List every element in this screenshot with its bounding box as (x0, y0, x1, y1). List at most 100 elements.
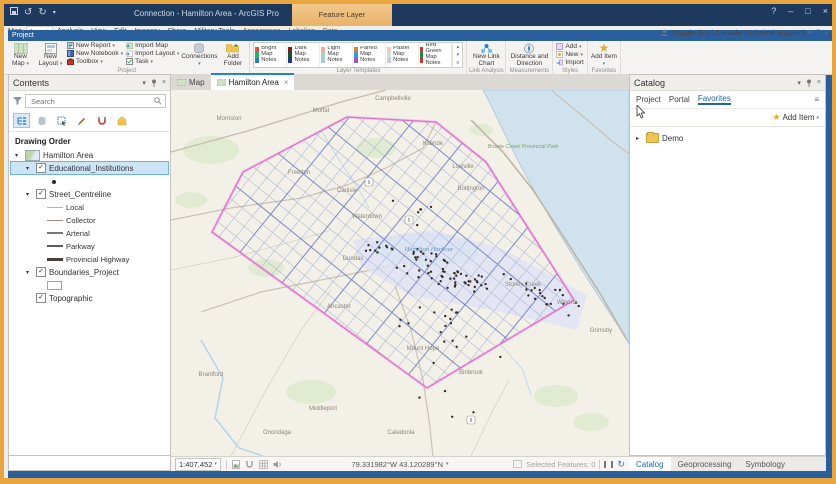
new-report-button[interactable]: New Report▾ (67, 42, 123, 49)
list-by-labeling-icon[interactable] (113, 113, 130, 128)
pane-menu-icon[interactable]: ▾ (142, 79, 146, 87)
feature-layer-contextual-header[interactable]: Feature Layer (292, 4, 392, 26)
styles-add-button[interactable]: Add▾ (556, 43, 583, 50)
legend-provincial-highway[interactable]: Provincial Highway (11, 253, 168, 265)
list-by-drawing-order-icon[interactable] (13, 113, 30, 128)
symbol-boundaries-project[interactable] (11, 279, 168, 291)
red-green-map-notes-button[interactable]: Red Green Map Notes (419, 43, 452, 67)
close-pane-icon[interactable]: × (817, 79, 821, 86)
new-map-button[interactable]: New Map ▾ (7, 42, 34, 68)
pastel-map-notes-button[interactable]: Pastel Map Notes (386, 43, 419, 67)
new-link-chart-button[interactable]: New Link Chart (470, 42, 502, 68)
contents-search-input[interactable] (29, 96, 154, 107)
customize-toolbar-icon[interactable]: ▾ (53, 8, 56, 18)
layer-visibility-checkbox[interactable]: ✓ (36, 267, 46, 277)
new-notebook-button[interactable]: New Notebook▾ (67, 50, 123, 57)
catalog-tab-favorites[interactable]: Favorites (698, 94, 731, 105)
legend-parkway[interactable]: Parkway (11, 240, 168, 252)
selected-features-icon (513, 460, 522, 468)
layer-label: Provincial Highway (66, 255, 129, 264)
dock-tab-geoprocessing[interactable]: Geoprocessing (671, 457, 739, 471)
snapping-icon[interactable] (245, 460, 254, 469)
layer-visibility-checkbox[interactable]: ✓ (36, 163, 46, 173)
save-icon[interactable] (10, 7, 18, 18)
grid-icon[interactable] (259, 460, 268, 469)
dock-tab-symbology[interactable]: Symbology (738, 457, 792, 471)
connections-button[interactable]: Connections ▾ (182, 42, 216, 68)
legend-collector[interactable]: Collector (11, 214, 168, 226)
task-button[interactable]: Task▾ (126, 58, 179, 65)
expander-icon[interactable]: ▾ (26, 165, 33, 172)
new-layout-label: New Layout (39, 53, 59, 67)
undo-icon[interactable]: ↺ (24, 8, 32, 18)
styles-new-button[interactable]: New▾ (556, 51, 583, 58)
tab-map[interactable]: Map (171, 74, 211, 90)
catalog-tab-portal[interactable]: Portal (669, 95, 690, 104)
pane-menu-icon[interactable]: ▾ (797, 79, 801, 87)
layer-hamilton-area[interactable]: ▾Hamilton Area (11, 149, 168, 161)
expander-icon[interactable]: ▾ (26, 191, 33, 198)
layer-visibility-checkbox[interactable]: ✓ (36, 189, 46, 199)
import-layout-button[interactable]: Import Layout▾ (126, 50, 179, 57)
list-by-editing-icon[interactable] (73, 113, 90, 128)
gallery-up-icon[interactable]: ▴ (453, 43, 462, 51)
add-folder-button[interactable]: Add Folder (219, 42, 246, 68)
dark-map-notes-button[interactable]: Dark Map Notes (287, 43, 320, 67)
toolbox-button[interactable]: Toolbox▾ (67, 58, 123, 65)
close-button[interactable]: × (823, 6, 828, 16)
symbol-educational-institutions[interactable] (11, 175, 168, 187)
list-by-data-source-icon[interactable] (33, 113, 50, 128)
list-by-selection-icon[interactable] (53, 113, 70, 128)
search-icon[interactable] (154, 97, 162, 105)
tab-hamilton-area[interactable]: Hamilton Area × (211, 73, 295, 90)
layer-visibility-checkbox[interactable]: ✓ (36, 293, 46, 303)
pause-drawing-icon[interactable] (604, 461, 613, 468)
import-map-button[interactable]: Import Map (126, 42, 179, 49)
redo-icon[interactable]: ↻ (38, 8, 46, 18)
layer-street-centreline[interactable]: ▾✓Street_Centreline (11, 188, 168, 200)
layer-educational-institutions[interactable]: ▾✓Educational_Institutions (11, 162, 168, 174)
catalog-add-item-button[interactable]: Add Item (782, 113, 814, 122)
connections-label: Connections (181, 53, 217, 60)
minimize-button[interactable]: – (788, 6, 793, 16)
map-scale-select[interactable]: 1:407,452▾ (175, 458, 221, 471)
layer-topographic[interactable]: ✓Topographic (11, 292, 168, 304)
legend-arterial[interactable]: Arterial (11, 227, 168, 239)
basemap-icon[interactable] (232, 460, 240, 469)
gallery-expand-icon[interactable]: ≡ (453, 59, 462, 67)
catalog-tab-project[interactable]: Project (636, 95, 661, 104)
refresh-icon[interactable]: ↻ (617, 459, 625, 470)
bright-map-notes-button[interactable]: Bright Map Notes (254, 43, 287, 67)
light-map-notes-button[interactable]: Light Map Notes (320, 43, 353, 67)
expander-icon[interactable]: ▾ (26, 269, 33, 276)
catalog-menu-icon[interactable]: ≡ (814, 95, 819, 104)
pin-icon[interactable] (806, 79, 812, 87)
account-area[interactable]: Maggie (Esri Canada Technical Support) ▾… (661, 28, 828, 37)
distance-and-direction-button[interactable]: Distance and Direction (509, 42, 549, 68)
paired-map-notes-button[interactable]: Paired Map Notes (353, 43, 386, 67)
gallery-down-icon[interactable]: ▾ (453, 51, 462, 59)
close-tab-icon[interactable]: × (284, 78, 289, 87)
expander-icon[interactable]: ▾ (15, 152, 22, 159)
new-layout-button[interactable]: New Layout ▾ (37, 42, 64, 68)
layer-boundaries-project[interactable]: ▾✓Boundaries_Project (11, 266, 168, 278)
map-coordinates[interactable]: 79.331982°W 43.120289°N▾ (352, 460, 449, 469)
help-button[interactable]: ? (771, 6, 776, 16)
new-map-label: New Map (12, 53, 27, 67)
filter-icon[interactable] (13, 97, 22, 105)
expander-icon[interactable]: ▸ (636, 135, 643, 142)
close-pane-icon[interactable]: × (162, 79, 166, 86)
notifications-icon[interactable] (814, 29, 822, 37)
styles-import-button[interactable]: Import (556, 59, 583, 66)
dock-tab-catalog[interactable]: Catalog (629, 457, 671, 471)
add-item-button[interactable]: ★ Add Item ▾ (591, 42, 617, 68)
pin-icon[interactable] (151, 79, 157, 87)
map-canvas[interactable]: 658CampbellvilleMoffatMorristonKilbrideL… (171, 90, 629, 456)
list-by-snapping-icon[interactable] (93, 113, 110, 128)
favorites-item-demo[interactable]: Demo (662, 134, 683, 143)
volume-icon[interactable] (273, 460, 283, 469)
dock-tab-strip: Catalog Geoprocessing Symbology (629, 456, 826, 471)
maximize-button[interactable]: □ (805, 6, 810, 16)
legend-local[interactable]: Local (11, 201, 168, 213)
collapse-ribbon-icon[interactable]: ▴ (825, 29, 828, 36)
